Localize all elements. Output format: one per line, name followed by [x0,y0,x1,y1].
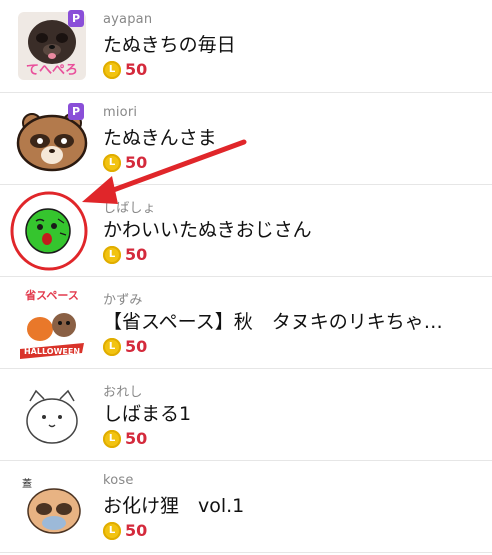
list-item[interactable]: 省スペース HALLOWEEN かずみ 【省スペース】秋 タヌキのリキちゃ… L… [0,277,492,369]
author-name: kose [103,473,134,488]
price: L 50 [103,520,147,540]
premium-badge: P [68,103,84,120]
author-name: おれし [103,385,143,400]
coin-icon: L [103,245,121,264]
price-amount: 50 [125,153,148,172]
sticker-thumbnail[interactable]: 省スペース HALLOWEEN [14,285,90,361]
price: L 50 [103,428,147,448]
price-amount: 50 [125,60,148,79]
sticker-list: てへぺろ P ayapan たぬきちの毎日 L 50 P miori たぬきんさ… [0,0,492,553]
coin-icon: L [103,337,121,356]
author-name: miori [103,105,138,120]
sticker-thumbnail[interactable]: 蓋 [14,469,90,545]
sticker-title: たぬきちの毎日 [103,34,236,56]
price: L 50 [103,336,147,356]
sticker-title: かわいいたぬきおじさん [103,219,312,241]
list-item[interactable]: てへぺろ P ayapan たぬきちの毎日 L 50 [0,0,492,93]
list-item[interactable]: P miori たぬきんさま L 50 [0,93,492,185]
list-item[interactable]: しばしょ かわいいたぬきおじさん L 50 [0,185,492,277]
author-name: かずみ [103,293,143,308]
coin-icon: L [103,153,121,172]
price: L 50 [103,152,147,172]
thumb-caption: 蓋 [22,478,32,490]
shiba-dog-icon [26,389,78,444]
premium-badge: P [68,10,84,27]
halloween-raccoon-thumbnail: 省スペース HALLOWEEN [20,288,84,359]
thumb-caption: 省スペース [24,288,79,302]
sticker-title: お化け狸 vol.1 [103,495,245,517]
price-amount: 50 [125,521,148,540]
list-item[interactable]: 蓋 kose お化け狸 vol.1 L 50 [0,461,492,553]
price-amount: 50 [125,245,148,264]
green-face-icon [25,208,71,254]
price: L 50 [103,59,147,79]
ghost-raccoon-icon: 蓋 [22,478,81,534]
author-name: しばしょ [103,201,156,216]
sticker-title: しばまる1 [103,403,192,425]
thumb-caption-2: HALLOWEEN [24,347,80,356]
price-amount: 50 [125,337,148,356]
sticker-title: たぬきんさま [103,127,217,149]
sticker-thumbnail[interactable] [14,377,90,453]
price-amount: 50 [125,429,148,448]
sticker-title: 【省スペース】秋 タヌキのリキちゃ… [103,311,443,333]
thumb-caption: てへぺろ [26,63,78,78]
list-item[interactable]: おれし しばまる1 L 50 [0,369,492,461]
sticker-thumbnail[interactable] [14,193,90,269]
coin-icon: L [103,60,121,79]
author-name: ayapan [103,12,153,27]
coin-icon: L [103,429,121,448]
coin-icon: L [103,521,121,540]
price: L 50 [103,244,147,264]
